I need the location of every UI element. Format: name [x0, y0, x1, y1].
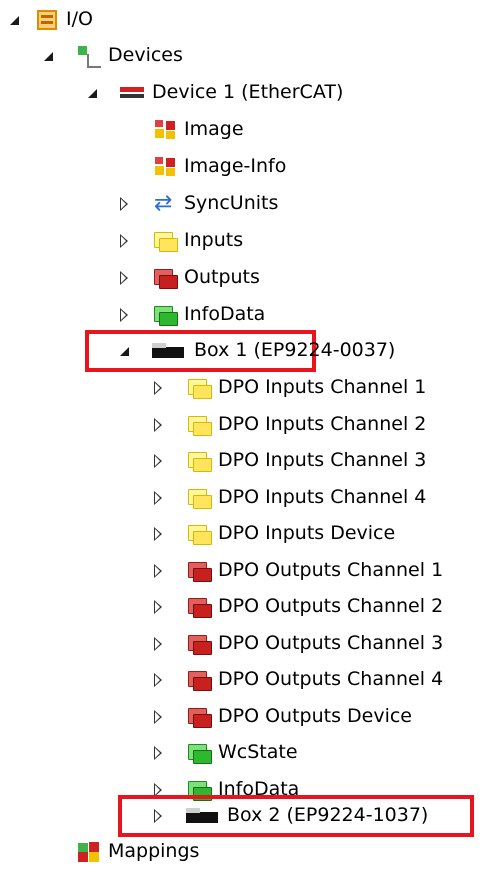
expand-arrow-icon[interactable] [116, 341, 132, 361]
output-vars-icon [186, 705, 212, 729]
tree-node-box-1[interactable]: Box 1 (EP9224-0037) [0, 333, 492, 369]
expand-arrow-icon[interactable] [40, 46, 56, 66]
tree-node-label: DPO Outputs Channel 1 [218, 558, 444, 581]
tree-node-label: Box 2 (EP9224-1037) [227, 804, 429, 826]
output-vars-icon [186, 632, 212, 656]
collapse-arrow-icon[interactable] [150, 597, 166, 617]
collapse-arrow-icon[interactable] [150, 634, 166, 654]
tree-node-label: DPO Inputs Channel 1 [218, 376, 427, 398]
input-vars-icon [186, 376, 212, 400]
tree-node-label: Device 1 (EtherCAT) [152, 81, 344, 103]
collapse-arrow-icon[interactable] [150, 415, 166, 435]
tree-node-label: Image-Info [184, 155, 287, 177]
tree-node-box-1-child[interactable]: WcState [0, 735, 492, 771]
tree-node-label: DPO Outputs Device [218, 704, 412, 727]
tree-node-label: SyncUnits [184, 192, 279, 214]
tree-node-device-1[interactable]: Device 1 (EtherCAT) [0, 75, 492, 111]
image-icon [152, 118, 178, 142]
tree-node-label: I/O [66, 8, 93, 30]
collapse-arrow-icon[interactable] [150, 451, 166, 471]
output-vars-icon [186, 595, 212, 619]
collapse-arrow-icon[interactable] [150, 488, 166, 508]
mappings-icon [76, 840, 102, 864]
tree-node-label: Mappings [108, 840, 200, 862]
tree-node-label: DPO Outputs Channel 3 [218, 631, 444, 654]
tree-node-label: DPO Inputs Channel 4 [218, 485, 427, 508]
collapse-arrow-icon[interactable] [116, 305, 132, 325]
input-vars-icon [186, 413, 212, 437]
syncunits-icon [152, 191, 178, 216]
output-vars-icon [152, 266, 178, 290]
tree-node-label: Outputs [184, 266, 260, 288]
ethercat-device-icon [118, 81, 144, 105]
tree-node-box-2[interactable]: Box 2 (EP9224-1037) [0, 798, 492, 834]
tree-node-box-1-child[interactable]: DPO Outputs Channel 1 [0, 553, 492, 589]
tree-node-label: DPO Inputs Channel 2 [218, 412, 427, 435]
io-icon [34, 8, 60, 32]
output-vars-icon [186, 559, 212, 583]
box-icon [152, 339, 184, 363]
tree-node-label: Inputs [184, 229, 244, 251]
tree-node-box-1-child[interactable]: DPO Inputs Channel 3 [0, 443, 492, 479]
collapse-arrow-icon[interactable] [150, 670, 166, 690]
tree-node-infodata[interactable]: InfoData [0, 297, 492, 333]
collapse-arrow-icon[interactable] [150, 378, 166, 398]
tree-node-label: InfoData [184, 303, 266, 325]
tree-node-box-1-child[interactable]: DPO Inputs Channel 2 [0, 407, 492, 443]
expand-arrow-icon[interactable] [6, 10, 22, 30]
input-vars-icon [186, 522, 212, 546]
input-vars-icon [186, 486, 212, 510]
tree-node-label: DPO Inputs Device [218, 522, 396, 544]
tree-node-label: Image [184, 118, 244, 140]
collapse-arrow-icon[interactable] [116, 268, 132, 288]
collapse-arrow-icon[interactable] [150, 806, 166, 826]
tree-node-image-info[interactable]: Image-Info [0, 149, 492, 185]
solution-tree: I/O Devices Device 1 (EtherCAT) Image Im… [0, 0, 492, 868]
tree-node-label: Box 1 (EP9224-0037) [194, 339, 396, 361]
tree-node-box-1-child[interactable]: DPO Outputs Channel 4 [0, 662, 492, 698]
input-vars-icon [152, 229, 178, 253]
tree-node-syncunits[interactable]: SyncUnits [0, 186, 492, 222]
collapse-arrow-icon[interactable] [116, 231, 132, 251]
tree-node-devices[interactable]: Devices [0, 38, 492, 74]
tree-node-box-1-child[interactable]: DPO Outputs Channel 3 [0, 626, 492, 662]
image-info-icon [152, 155, 178, 179]
tree-node-mappings[interactable]: Mappings [0, 834, 492, 870]
infodata-icon [152, 303, 178, 327]
collapse-arrow-icon[interactable] [150, 524, 166, 544]
tree-node-label: DPO Outputs Channel 2 [218, 595, 444, 617]
tree-node-io[interactable]: I/O [0, 2, 492, 38]
output-vars-icon [186, 668, 212, 692]
tree-node-label: DPO Outputs Channel 4 [218, 668, 444, 690]
box-icon [186, 804, 218, 828]
tree-node-label: WcState [218, 741, 298, 763]
tree-node-box-1-child[interactable]: DPO Inputs Device [0, 516, 492, 552]
tree-node-outputs[interactable]: Outputs [0, 260, 492, 296]
tree-node-box-1-child[interactable]: DPO Outputs Device [0, 699, 492, 735]
input-vars-icon [186, 449, 212, 473]
tree-node-inputs[interactable]: Inputs [0, 223, 492, 259]
devices-icon [76, 44, 102, 68]
tree-node-label: DPO Inputs Channel 3 [218, 449, 427, 471]
tree-node-box-1-child[interactable]: DPO Inputs Channel 1 [0, 370, 492, 406]
tree-node-label: Devices [108, 44, 183, 66]
collapse-arrow-icon[interactable] [116, 194, 132, 214]
expand-arrow-icon[interactable] [84, 83, 100, 103]
collapse-arrow-icon[interactable] [150, 707, 166, 727]
collapse-arrow-icon[interactable] [150, 561, 166, 581]
tree-node-image[interactable]: Image [0, 112, 492, 148]
collapse-arrow-icon[interactable] [150, 743, 166, 763]
tree-node-box-1-child[interactable]: DPO Outputs Channel 2 [0, 589, 492, 625]
tree-node-box-1-child[interactable]: DPO Inputs Channel 4 [0, 480, 492, 516]
infodata-icon [186, 741, 212, 765]
